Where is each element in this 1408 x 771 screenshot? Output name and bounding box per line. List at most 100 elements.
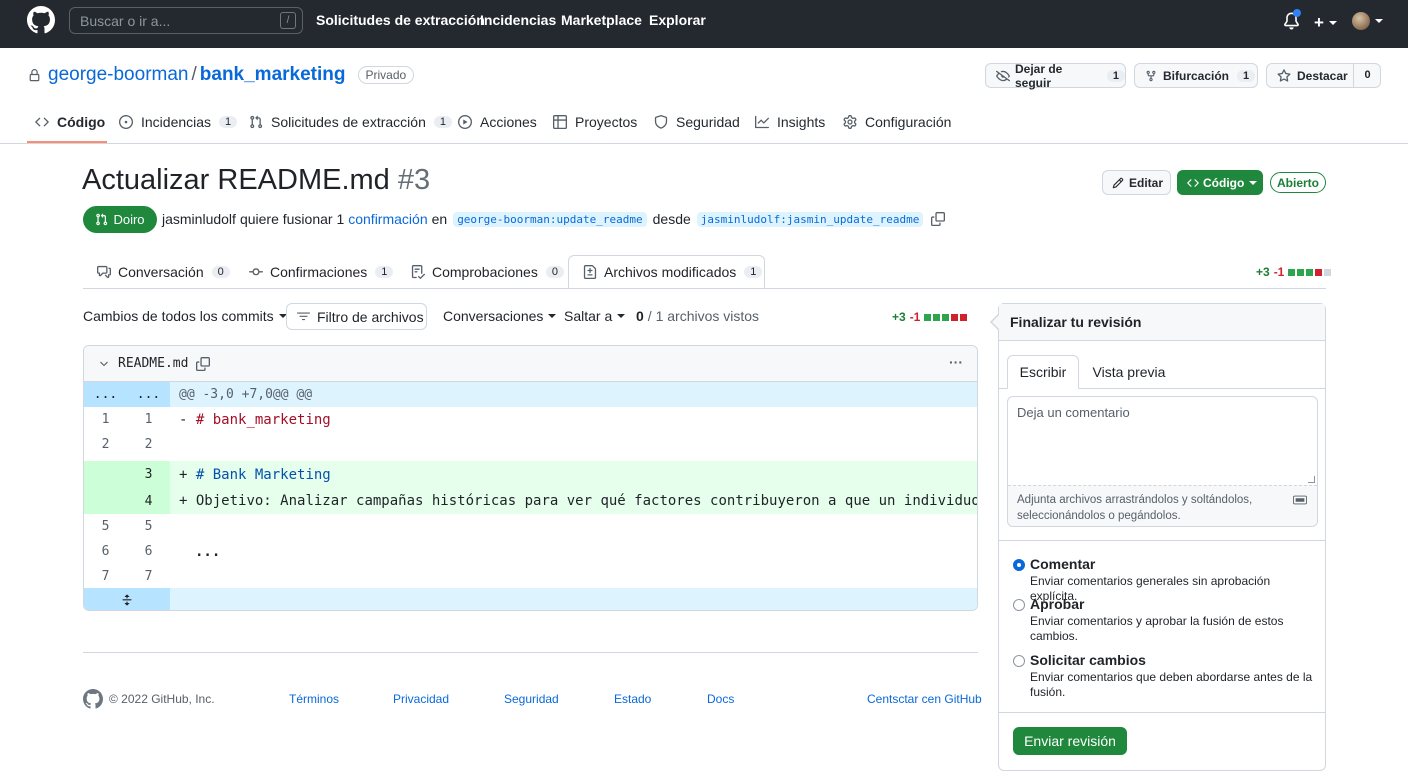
tab-checks[interactable]: Comprobaciones 0 bbox=[411, 264, 564, 280]
github-logo-icon[interactable] bbox=[27, 6, 55, 34]
repo-name-link[interactable]: bank_marketing bbox=[200, 64, 346, 86]
edit-label: Editar bbox=[1129, 175, 1164, 190]
new-line-number[interactable]: 2 bbox=[127, 437, 170, 452]
hunk-expand-cell[interactable]: ... ... bbox=[84, 382, 170, 407]
filter-icon bbox=[297, 310, 310, 323]
commits-filter-dropdown[interactable]: Cambios de todos los commits bbox=[83, 308, 287, 324]
new-line-number[interactable]: 4 bbox=[127, 494, 170, 509]
git-commit-icon bbox=[249, 265, 263, 279]
repo-owner-link[interactable]: george-boorman bbox=[48, 64, 188, 86]
option-title: Comentar bbox=[1030, 556, 1096, 572]
footer-link-privacy[interactable]: Privacidad bbox=[393, 692, 449, 706]
tab-settings[interactable]: Configuración bbox=[843, 114, 951, 130]
viewed-count: 0 bbox=[636, 308, 644, 324]
tab-pull-requests-label: Solicitudes de extracción bbox=[271, 114, 426, 130]
comment-placeholder: Deja un comentario bbox=[1017, 405, 1130, 420]
diffstat-summary: +3 -1 bbox=[1256, 265, 1332, 279]
kebab-menu-icon[interactable]: ··· bbox=[949, 354, 963, 370]
footer-link-terms[interactable]: Términos bbox=[289, 692, 339, 706]
radio-request-changes[interactable] bbox=[1013, 655, 1025, 667]
files-viewed-progress: 0 / 1 archivos vistos bbox=[636, 308, 759, 324]
old-line-number[interactable]: 7 bbox=[84, 569, 127, 584]
star-button[interactable]: Destacar 0 bbox=[1266, 63, 1381, 88]
tab-conversation[interactable]: Conversación 0 bbox=[97, 264, 230, 280]
topnav-pull-requests[interactable]: Solicitudes de extracción bbox=[316, 12, 485, 28]
chevron-down-icon[interactable] bbox=[98, 358, 110, 370]
new-line-number[interactable]: 3 bbox=[127, 467, 170, 482]
tab-issues[interactable]: Incidencias 1 bbox=[119, 114, 238, 130]
tab-commits-label: Confirmaciones bbox=[270, 264, 368, 280]
diffstat-block bbox=[1297, 268, 1305, 276]
fork-button[interactable]: Bifurcación 1 bbox=[1134, 63, 1258, 88]
diff-line: 2 2 bbox=[84, 432, 977, 457]
user-avatar-menu[interactable] bbox=[1352, 12, 1383, 30]
tab-insights[interactable]: Insights bbox=[755, 114, 825, 130]
edit-title-button[interactable]: Editar bbox=[1102, 170, 1171, 195]
tab-commits[interactable]: Confirmaciones 1 bbox=[249, 264, 394, 280]
tab-security[interactable]: Seguridad bbox=[654, 114, 740, 130]
new-line-number[interactable]: 7 bbox=[127, 569, 170, 584]
attach-hint: Adjunta archivos arrastrándolos y soltán… bbox=[1017, 494, 1253, 522]
unwatch-button[interactable]: Dejar de seguir 1 bbox=[985, 62, 1126, 90]
head-branch[interactable]: jasminludolf:jasmin_update_readme bbox=[696, 211, 924, 227]
new-line-number[interactable]: 6 bbox=[127, 544, 170, 559]
gear-icon bbox=[843, 115, 865, 129]
submit-review-button[interactable]: Enviar revisión bbox=[1013, 727, 1127, 755]
star-label: Destacar bbox=[1297, 68, 1348, 83]
status-badge: Abierto bbox=[1270, 172, 1326, 193]
old-line-number[interactable]: 1 bbox=[84, 412, 127, 427]
tab-actions[interactable]: Acciones bbox=[458, 114, 537, 130]
footer-link-status[interactable]: Estado bbox=[614, 692, 651, 706]
tab-projects[interactable]: Proyectos bbox=[553, 114, 637, 130]
github-footer-logo-icon[interactable] bbox=[83, 689, 103, 709]
tab-files-changed[interactable]: Archivos modificados 1 bbox=[583, 264, 763, 280]
repo-path-separator: / bbox=[191, 64, 197, 85]
tab-write[interactable]: Escribir bbox=[1007, 355, 1079, 389]
create-new-dropdown[interactable]: + bbox=[1314, 13, 1337, 33]
radio-comment[interactable] bbox=[1013, 559, 1025, 571]
jump-to-dropdown[interactable]: Saltar a bbox=[564, 308, 626, 324]
watch-count: 1 bbox=[1106, 69, 1125, 82]
notifications-bell-icon[interactable] bbox=[1283, 9, 1301, 30]
old-line-number[interactable]: 5 bbox=[84, 519, 127, 534]
new-line-number[interactable]: 5 bbox=[127, 519, 170, 534]
author-link[interactable]: jasminludolf bbox=[162, 211, 236, 227]
old-line-number[interactable]: 6 bbox=[84, 544, 127, 559]
copy-icon[interactable] bbox=[196, 356, 211, 371]
page-title: Actualizar README.md #3 bbox=[82, 164, 430, 197]
footer-link-contact[interactable]: Centsctar cen GitHub bbox=[867, 692, 982, 706]
radio-approve[interactable] bbox=[1013, 599, 1025, 611]
unfold-icon[interactable] bbox=[84, 588, 170, 610]
file-filter-button[interactable]: Filtro de archivos bbox=[286, 303, 427, 330]
tab-pull-requests[interactable]: Solicitudes de extracción 1 bbox=[249, 114, 452, 130]
footer-link-docs[interactable]: Docs bbox=[707, 692, 734, 706]
fork-icon bbox=[1145, 69, 1157, 83]
new-line-number[interactable]: 1 bbox=[127, 412, 170, 427]
code-dropdown-button[interactable]: Código bbox=[1177, 170, 1263, 195]
pr-number: #3 bbox=[397, 164, 431, 196]
topnav-issues[interactable]: Incidencias bbox=[480, 12, 556, 28]
comment-textarea[interactable]: Deja un comentario Adjunta archivos arra… bbox=[1007, 396, 1318, 527]
footer-link-security[interactable]: Seguridad bbox=[504, 692, 559, 706]
comment-discussion-icon bbox=[97, 265, 111, 279]
meta-in: en bbox=[431, 211, 448, 227]
old-line-number[interactable]: 2 bbox=[84, 437, 127, 452]
base-branch[interactable]: george-boorman:update_readme bbox=[453, 211, 647, 227]
tab-preview[interactable]: Vista previa bbox=[1083, 355, 1175, 389]
resize-handle-icon[interactable] bbox=[1308, 476, 1315, 483]
line-text: ... bbox=[195, 543, 221, 560]
commit-link[interactable]: confirmación bbox=[348, 211, 427, 227]
attach-area[interactable]: Adjunta archivos arrastrándolos y soltán… bbox=[1008, 485, 1317, 526]
footer-copyright: © 2022 GitHub, Inc. bbox=[109, 692, 215, 706]
tab-security-label: Seguridad bbox=[676, 114, 740, 130]
file-name[interactable]: README.md bbox=[118, 356, 188, 371]
search-input[interactable]: Buscar o ir a... / bbox=[69, 7, 303, 34]
tab-code[interactable]: Código bbox=[35, 114, 105, 130]
conversations-dropdown[interactable]: Conversaciones bbox=[443, 308, 557, 324]
tab-issues-label: Incidencias bbox=[141, 114, 212, 130]
diffstat-block bbox=[1315, 268, 1323, 276]
topnav-explore[interactable]: Explorar bbox=[649, 12, 706, 28]
hunk-left-marker: ... bbox=[93, 387, 118, 402]
copy-icon[interactable] bbox=[931, 212, 946, 226]
topnav-marketplace[interactable]: Marketplace bbox=[561, 12, 642, 28]
